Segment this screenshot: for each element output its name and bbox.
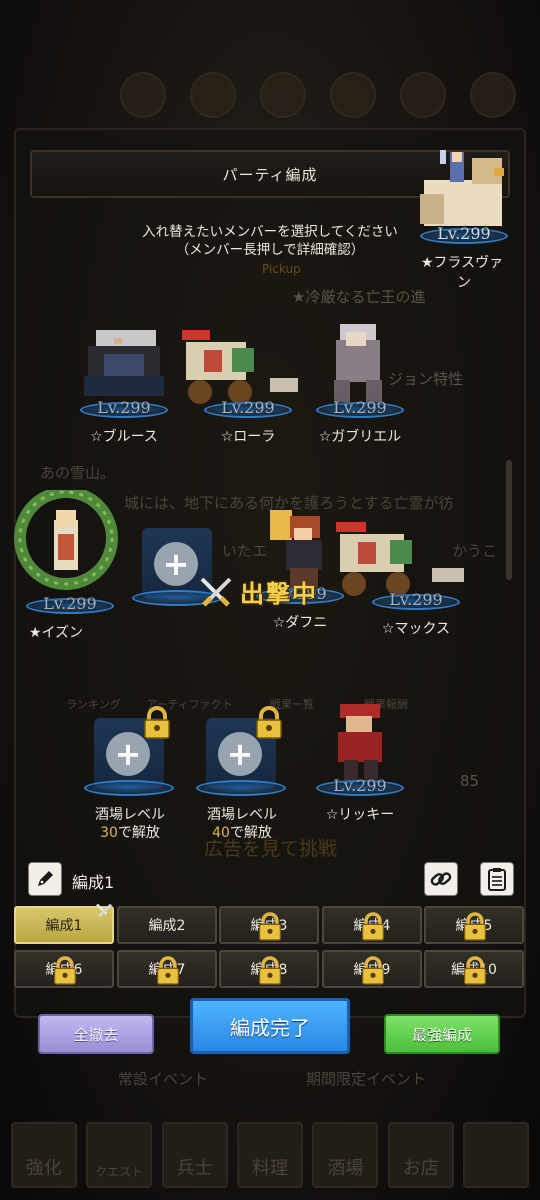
crossed-swords-icon [200, 577, 232, 607]
background-top-icons [120, 72, 516, 118]
background-count: 85 [460, 772, 480, 790]
slot-pad [196, 780, 286, 796]
background-icon [190, 72, 236, 118]
background-limited-event: 期間限定イベント [306, 1070, 427, 1088]
background-normal-event: 常設イベント [118, 1070, 209, 1088]
character-name-tail: ン [457, 275, 471, 291]
star-icon [400, 72, 446, 118]
character-level: Lv.299 [389, 590, 443, 609]
unlock-level: 40 [212, 825, 230, 841]
nav-tab-soldier: 兵士 [161, 1122, 228, 1188]
party-list-button[interactable] [480, 862, 514, 896]
lock-icon [256, 706, 282, 739]
add-member-icon: + [154, 542, 198, 586]
wrench-icon [470, 72, 516, 118]
rename-button[interactable] [28, 862, 62, 896]
character-level: Lv.299 [97, 398, 151, 417]
character-name: ★フラスヴァ [420, 255, 504, 271]
character-name: ★イズン [28, 625, 84, 641]
character-name: ☆ダフニ [272, 615, 328, 631]
character-level: Lv.299 [333, 398, 387, 417]
character-name: ☆マックス [381, 621, 451, 637]
finish-formation-button[interactable]: 編成完了 [190, 998, 350, 1054]
sortie-indicator: 出撃中 [196, 574, 318, 609]
clipboard-icon [488, 868, 506, 891]
tab-label: 編成2 [148, 918, 186, 934]
background-scrollbar [506, 460, 512, 580]
character-level: Lv.299 [437, 224, 491, 243]
background-pickup-text: Pickup [262, 262, 301, 276]
party-name-row: 編成1 [28, 862, 516, 898]
character-level: Lv.299 [43, 594, 97, 613]
character-name: ☆ブルース [90, 429, 158, 445]
unlock-condition: 酒場レベル 30で解放 [70, 806, 190, 842]
nav-tab-enhance: 強化 [10, 1122, 77, 1188]
character-level: Lv.299 [333, 776, 387, 795]
sortie-label: 出撃中 [240, 579, 318, 608]
slot-pad [84, 780, 174, 796]
lock-icon [258, 912, 282, 941]
lock-icon [53, 956, 77, 985]
tab-label: 編成1 [45, 918, 83, 934]
pen-icon [38, 871, 53, 886]
tab-party-7[interactable]: 編成7 [117, 950, 217, 988]
nav-tab-cooking: 料理 [236, 1122, 303, 1188]
character-name: ☆リッキー [325, 807, 395, 823]
tab-party-3[interactable]: 編成3 [219, 906, 319, 944]
home-icon [260, 72, 306, 118]
party-name: 編成1 [72, 873, 115, 892]
tab-party-9[interactable]: 編成9 [322, 950, 422, 988]
unlock-line1: 酒場レベル [207, 807, 277, 823]
background-icon [120, 72, 166, 118]
character-name: ☆ガブリエル [318, 429, 402, 445]
tab-party-4[interactable]: 編成4 [322, 906, 422, 944]
link-icon [430, 872, 452, 886]
lock-icon [258, 956, 282, 985]
nav-tab-extra [463, 1122, 530, 1188]
clear-all-button[interactable]: 全撤去 [38, 1014, 154, 1054]
share-link-button[interactable] [424, 862, 458, 896]
lock-icon [361, 956, 385, 985]
nav-tab-shop: お店 [387, 1122, 454, 1188]
character-level: Lv.299 [221, 398, 275, 417]
background-bottom-nav: 強化 クエスト 兵士 料理 酒場 お店 [0, 1110, 540, 1200]
crossed-swords-icon [96, 903, 112, 919]
unlock-line2: で解放 [117, 825, 160, 841]
best-formation-button[interactable]: 最強編成 [384, 1014, 500, 1054]
lock-icon [463, 956, 487, 985]
tab-party-1[interactable]: 編成1 [14, 903, 114, 944]
unlock-line2: で解放 [229, 825, 272, 841]
background-ranking-label: ランキング [66, 698, 121, 711]
tab-party-6[interactable]: 編成6 [14, 950, 114, 988]
nav-tab-quest: クエスト [86, 1122, 153, 1188]
tab-party-5[interactable]: 編成5 [424, 906, 524, 944]
idun-wreath-sprite [14, 490, 118, 590]
nav-tab-tavern: 酒場 [312, 1122, 379, 1188]
lock-icon [156, 956, 180, 985]
background-story-text: あの雪山。 [40, 464, 116, 482]
tab-party-8[interactable]: 編成8 [219, 950, 319, 988]
lock-icon [144, 706, 170, 739]
trophy-icon [330, 72, 376, 118]
tab-party-2[interactable]: 編成2 [117, 906, 217, 944]
unlock-level: 30 [100, 825, 118, 841]
lock-icon [361, 912, 385, 941]
tab-party-10[interactable]: 編成10 [424, 950, 524, 988]
lock-icon [463, 912, 487, 941]
unlock-condition: 酒場レベル 40で解放 [182, 806, 302, 842]
unlock-line1: 酒場レベル [95, 807, 165, 823]
modal-title: パーティ編成 [222, 165, 318, 184]
